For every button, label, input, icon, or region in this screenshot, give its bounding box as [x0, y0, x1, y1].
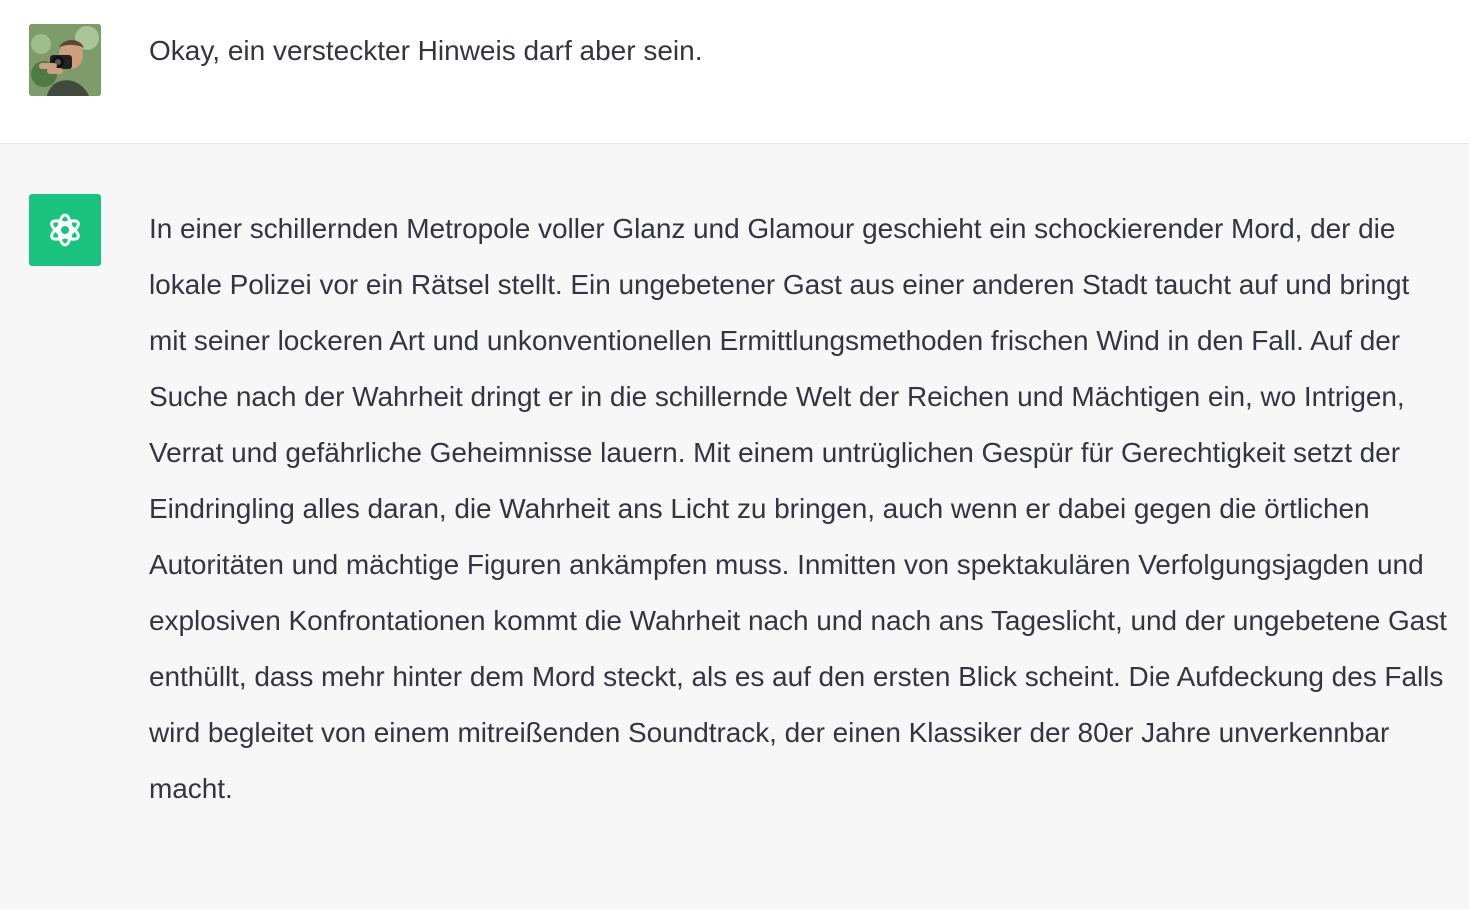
- openai-logo-icon: [50, 213, 80, 247]
- user-message-text: Okay, ein versteckter Hinweis darf aber …: [149, 35, 703, 66]
- assistant-avatar: [29, 194, 101, 266]
- assistant-message-text: In einer schillernden Metropole voller G…: [149, 213, 1447, 804]
- user-avatar: [29, 24, 101, 96]
- user-photo-icon: [29, 24, 101, 96]
- assistant-message-row: In einer schillernden Metropole voller G…: [0, 144, 1469, 909]
- user-message-row: Okay, ein versteckter Hinweis darf aber …: [0, 0, 1469, 144]
